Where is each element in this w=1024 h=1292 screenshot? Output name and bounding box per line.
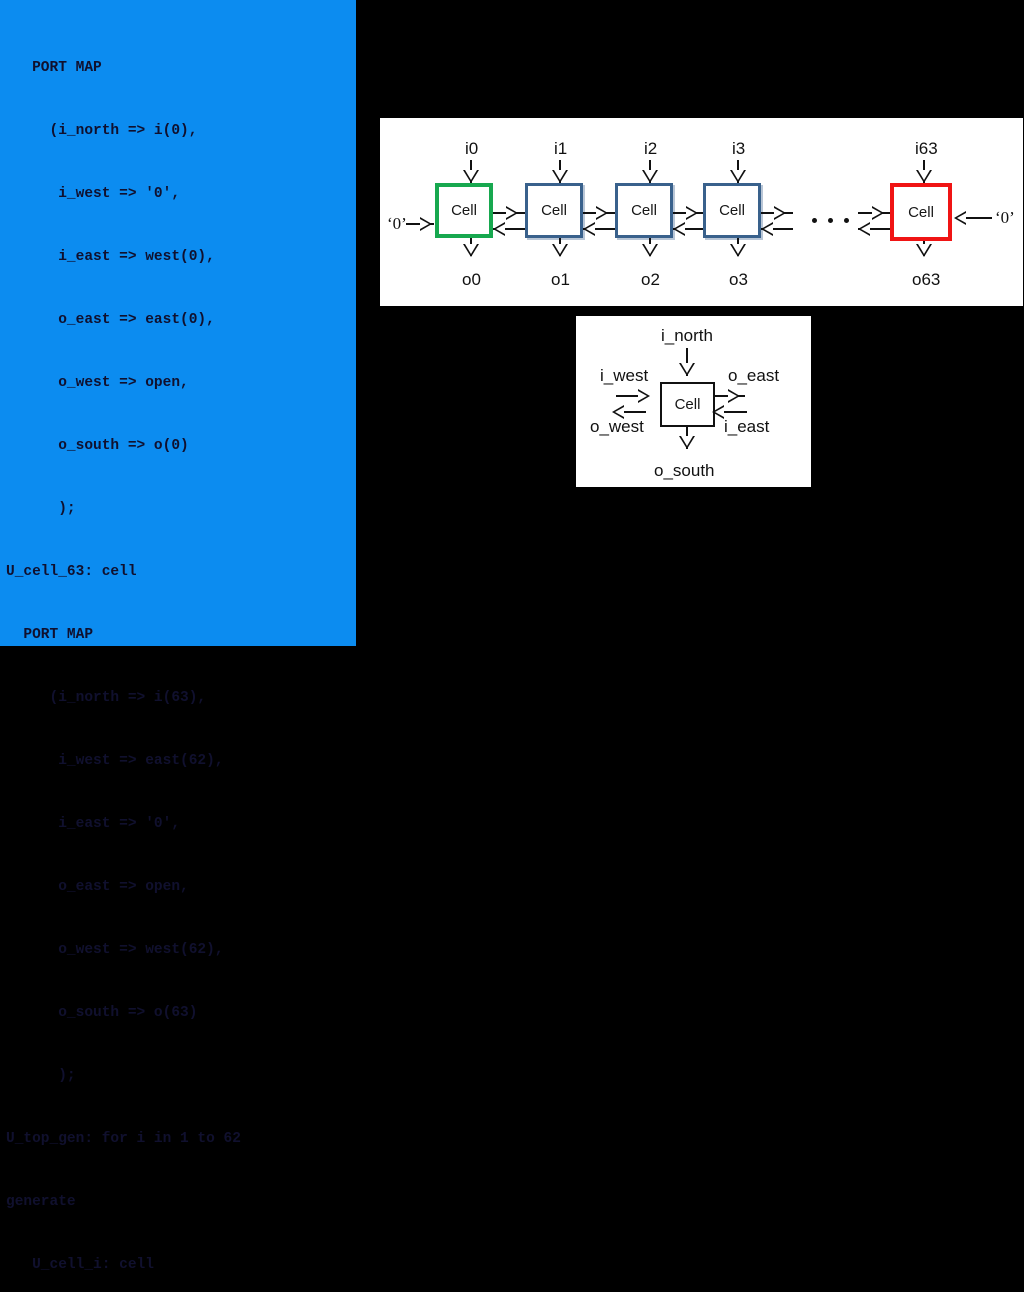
arrow-left-inner-s63 bbox=[861, 224, 870, 234]
chain-cell-label-1: Cell bbox=[541, 202, 567, 219]
code-line: PORT MAP bbox=[6, 60, 102, 76]
ellipsis-dot bbox=[844, 218, 849, 223]
chain-cell-label-63: Cell bbox=[908, 203, 934, 221]
arrow-left-inner-l0 bbox=[496, 224, 505, 234]
port-label-i-north: i_north bbox=[661, 326, 713, 345]
code-line: i_east => west(0), bbox=[6, 249, 215, 265]
code-line: o_west => west(62), bbox=[6, 942, 224, 958]
chain-cell-label-3: Cell bbox=[719, 202, 745, 219]
chain-cell-63: Cell bbox=[890, 183, 952, 241]
code-line: U_cell_i: cell bbox=[6, 1257, 154, 1273]
chain-cell-0: Cell bbox=[435, 183, 493, 238]
chain-cell-label-0: Cell bbox=[451, 202, 477, 219]
cell-chain-diagram: ‘0’ i0 Cell o0 i1 Cell o1 i2 Cell o2 i3 … bbox=[380, 118, 1023, 306]
chain-input-label-1: i1 bbox=[554, 139, 568, 158]
chain-right-constant: ‘0’ bbox=[995, 208, 1015, 227]
chain-output-label-3: o3 bbox=[729, 270, 748, 289]
code-line: PORT MAP bbox=[6, 627, 94, 643]
code-line: generate bbox=[6, 1194, 76, 1210]
arrow-right-inner-east bbox=[728, 391, 737, 401]
chain-output-label-63: o63 bbox=[912, 270, 941, 289]
arrow-down-inner-3 bbox=[732, 170, 744, 180]
code-line: o_south => o(0) bbox=[6, 438, 189, 454]
chain-left-constant: ‘0’ bbox=[387, 214, 407, 233]
code-line: U_cell_63: cell bbox=[6, 564, 137, 580]
ellipsis-dot bbox=[812, 218, 817, 223]
vhdl-code-block: PORT MAP (i_north => i(0), i_west => '0'… bbox=[0, 16, 356, 1292]
arrow-down-out-inner-2 bbox=[644, 244, 656, 254]
detail-cell-label: Cell bbox=[674, 396, 701, 413]
code-line: o_south => o(63) bbox=[6, 1005, 198, 1021]
port-label-o-west: o_west bbox=[590, 417, 644, 436]
chain-cell-3: Cell bbox=[703, 183, 761, 238]
chain-input-label-63: i63 bbox=[915, 139, 938, 158]
code-line: i_west => east(62), bbox=[6, 753, 224, 769]
arrow-right-inner-l2 bbox=[686, 208, 695, 218]
arrow-down-out-inner-1 bbox=[554, 244, 566, 254]
chain-output-label-0: o0 bbox=[462, 270, 481, 289]
chain-ellipsis bbox=[812, 218, 849, 223]
arrow-down-inner-0 bbox=[465, 170, 477, 180]
chain-cell-label-2: Cell bbox=[631, 202, 657, 219]
arrow-down-inner-north bbox=[681, 363, 693, 373]
vhdl-code-panel: PORT MAP (i_north => i(0), i_west => '0'… bbox=[0, 0, 356, 1273]
code-line: o_west => open, bbox=[6, 375, 189, 391]
chain-output-label-1: o1 bbox=[551, 270, 570, 289]
chain-input-label-2: i2 bbox=[644, 139, 658, 158]
chain-output-label-2: o2 bbox=[641, 270, 660, 289]
code-line: i_west => '0', bbox=[6, 186, 181, 202]
chain-cell-1: Cell bbox=[525, 183, 583, 238]
code-line: (i_north => i(0), bbox=[6, 123, 198, 139]
code-line: ); bbox=[6, 501, 76, 517]
arrow-left-inner-east bbox=[715, 407, 724, 417]
arrow-down-inner-2 bbox=[644, 170, 656, 180]
chain-cell-2: Cell bbox=[615, 183, 673, 238]
code-line: o_east => open, bbox=[6, 879, 189, 895]
arrow-right-inner-s63 bbox=[872, 208, 881, 218]
arrow-down-out-inner-0 bbox=[465, 244, 477, 254]
arrow-right-inner-west bbox=[638, 391, 647, 401]
arrow-left-inner-l1 bbox=[586, 224, 595, 234]
arrow-down-out-inner-63 bbox=[918, 244, 930, 254]
port-label-o-east: o_east bbox=[728, 366, 780, 385]
arrow-right-inner-s3 bbox=[774, 208, 783, 218]
arrow-down-out-inner-3 bbox=[732, 244, 744, 254]
code-line: o_east => east(0), bbox=[6, 312, 215, 328]
port-label-i-east: i_east bbox=[724, 417, 770, 436]
arrow-right-inner bbox=[420, 219, 429, 229]
code-line: U_top_gen: for i in 1 to 62 bbox=[6, 1131, 241, 1147]
code-line: i_east => '0', bbox=[6, 816, 181, 832]
arrow-left-inner-west bbox=[615, 407, 624, 417]
arrow-down-inner-south bbox=[681, 436, 693, 446]
arrow-left-inner-l2 bbox=[676, 224, 685, 234]
arrow-left-inner-s3 bbox=[764, 224, 773, 234]
ellipsis-dot bbox=[828, 218, 833, 223]
detail-cell-box: Cell bbox=[660, 382, 715, 427]
port-label-o-south: o_south bbox=[654, 461, 715, 480]
arrow-down-inner-1 bbox=[554, 170, 566, 180]
chain-input-label-0: i0 bbox=[465, 139, 479, 158]
code-line: ); bbox=[6, 1068, 76, 1084]
port-label-i-west: i_west bbox=[600, 366, 649, 385]
chain-input-label-3: i3 bbox=[732, 139, 746, 158]
arrow-right-inner-l0 bbox=[506, 208, 515, 218]
arrow-left-inner-r bbox=[957, 213, 966, 223]
code-line: (i_north => i(63), bbox=[6, 690, 207, 706]
right-constant-wire bbox=[966, 217, 992, 219]
arrow-right-inner-l1 bbox=[596, 208, 605, 218]
cell-detail-diagram: i_north Cell i_west o_west o_east i_east… bbox=[576, 316, 811, 487]
arrow-down-inner-63 bbox=[918, 170, 930, 180]
